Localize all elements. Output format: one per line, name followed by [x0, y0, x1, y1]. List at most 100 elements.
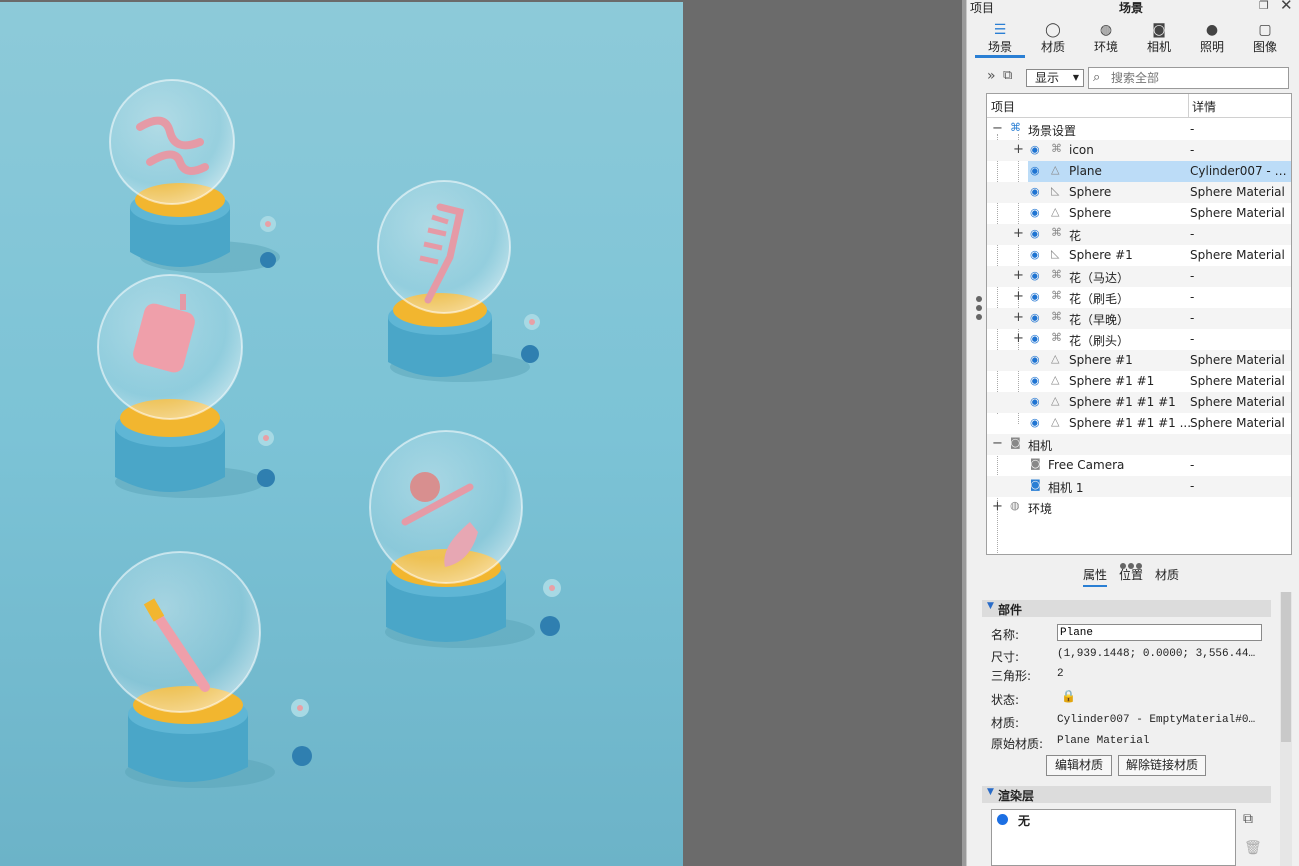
eye-icon[interactable]: ◉: [1030, 185, 1040, 198]
splitter-grip-handle[interactable]: [1120, 558, 1150, 569]
search-box[interactable]: ⌕: [1088, 67, 1289, 89]
edit-material-button[interactable]: 编辑材质: [1046, 755, 1112, 776]
mesh-icon: ◺: [1051, 247, 1060, 260]
mesh-icon: △: [1051, 352, 1060, 365]
lock-icon[interactable]: 🔒: [1061, 689, 1076, 703]
restore-window-icon[interactable]: ❐: [1259, 0, 1271, 12]
project-label: 项目: [970, 1, 995, 15]
expand-icon[interactable]: +: [1013, 227, 1024, 241]
tab-scene[interactable]: ☰ 场景: [975, 20, 1025, 58]
eye-icon[interactable]: ◉: [1030, 395, 1040, 408]
collapse-icon[interactable]: −: [992, 122, 1003, 136]
tree-row-sphere-1-1-1[interactable]: ◉ △ Sphere #1 #1 #1 Sphere Material: [987, 392, 1291, 413]
collapse-icon[interactable]: −: [992, 437, 1003, 451]
expand-icon[interactable]: +: [1013, 311, 1024, 325]
material-sphere-icon: ◯: [1045, 22, 1061, 38]
expand-icon[interactable]: +: [1013, 332, 1024, 346]
tab-image[interactable]: ▢ 图像: [1240, 20, 1290, 58]
expand-icon[interactable]: +: [1013, 290, 1024, 304]
tree-row-sphere-1-1-1-more[interactable]: ◉ △ Sphere #1 #1 #1 ... Sphere Material: [987, 413, 1291, 434]
render-layer-list: 无: [991, 809, 1236, 866]
eye-icon[interactable]: ◉: [1030, 374, 1040, 387]
tree-row-plane[interactable]: ◉ △ Plane Cylinder007 - EmptyMaterial#0: [987, 161, 1291, 182]
eye-icon[interactable]: ◉: [1030, 206, 1040, 219]
add-layer-icon[interactable]: ⧉: [1243, 811, 1253, 827]
unlink-material-button[interactable]: 解除链接材质: [1118, 755, 1206, 776]
panel-title-bar: 项目 场景 ❐ ✕: [967, 0, 1299, 15]
tree-row-camera-1[interactable]: ◙ 相机 1 -: [987, 476, 1291, 497]
chevron-down-icon: ▼: [1072, 73, 1079, 82]
tab-material-props[interactable]: 材质: [1155, 566, 1179, 585]
eye-icon[interactable]: ◉: [1030, 311, 1040, 324]
tree-row-sphere-1[interactable]: ◉ △ Sphere #1 Sphere Material: [987, 350, 1291, 371]
tree-row-environment[interactable]: + ◍ 环境: [987, 497, 1291, 518]
original-material-label: 原始材质:: [991, 737, 1044, 751]
tab-position[interactable]: 位置: [1119, 566, 1143, 585]
scene-tree: 项目 详情 − ⌘ 场景设置 - + ◉ ⌘ icon - ◉ △ Plane …: [986, 93, 1292, 555]
triangles-value: 2: [1057, 668, 1064, 680]
search-icon: ⌕: [1093, 70, 1101, 85]
tab-environment[interactable]: ◍ 环境: [1081, 20, 1131, 58]
mesh-icon: △: [1051, 373, 1060, 386]
tree-row-camera[interactable]: − ◙ 相机: [987, 434, 1291, 455]
group-icon: ⌘: [1051, 142, 1062, 155]
layer-item[interactable]: 无: [1018, 812, 1030, 829]
tree-row-flower-brushhead[interactable]: + ◉ ⌘ 花（刷头） -: [987, 329, 1291, 350]
tab-camera[interactable]: ◙ 相机: [1134, 20, 1184, 58]
camera-icon: ◙: [1030, 478, 1041, 491]
properties-scrollbar[interactable]: [1280, 592, 1292, 866]
tree-row-flower-motor[interactable]: + ◉ ⌘ 花（马达） -: [987, 266, 1291, 287]
section-render-layers[interactable]: ▼ 渲染层: [982, 786, 1271, 803]
expand-icon[interactable]: +: [992, 500, 1003, 514]
eye-icon[interactable]: ◉: [1030, 164, 1040, 177]
tab-lighting[interactable]: ● 照明: [1187, 20, 1237, 58]
tree-row-flower[interactable]: + ◉ ⌘ 花 -: [987, 224, 1291, 245]
eye-icon[interactable]: ◉: [1030, 290, 1040, 303]
display-select[interactable]: 显示 ▼: [1026, 69, 1084, 87]
tree-row-sphere-1[interactable]: ◉ ◺ Sphere #1 Sphere Material: [987, 245, 1291, 266]
eye-icon[interactable]: ◉: [1030, 248, 1040, 261]
column-header-detail[interactable]: 详情: [1188, 94, 1216, 118]
search-input[interactable]: [1111, 70, 1281, 86]
scrollbar-thumb[interactable]: [1281, 592, 1291, 742]
tree-row-sphere[interactable]: ◉ △ Sphere Sphere Material: [987, 203, 1291, 224]
tree-row-sphere-1-1[interactable]: ◉ △ Sphere #1 #1 Sphere Material: [987, 371, 1291, 392]
tree-row-flower-bristle[interactable]: + ◉ ⌘ 花（刷毛） -: [987, 287, 1291, 308]
section-parts[interactable]: ▼ 部件: [982, 600, 1271, 617]
close-icon[interactable]: ✕: [1280, 0, 1294, 13]
tree-row-sphere[interactable]: ◉ ◺ Sphere Sphere Material: [987, 182, 1291, 203]
scene-panel: 项目 场景 ❐ ✕ ☰ 场景 ◯ 材质 ◍ 环境 ◙ 相机 ● 照明 ▢ 图像: [966, 0, 1299, 866]
eye-icon[interactable]: ◉: [1030, 332, 1040, 345]
expand-icon[interactable]: +: [1013, 269, 1024, 283]
mesh-icon: △: [1051, 394, 1060, 407]
expand-icon[interactable]: +: [1013, 143, 1024, 157]
tree-row-icon[interactable]: + ◉ ⌘ icon -: [987, 140, 1291, 161]
main-tabs: ☰ 场景 ◯ 材质 ◍ 环境 ◙ 相机 ● 照明 ▢ 图像: [975, 20, 1297, 60]
column-header-item[interactable]: 项目: [991, 98, 1015, 115]
triangles-label: 三角形:: [991, 669, 1032, 683]
side-grip-handle[interactable]: [976, 296, 982, 326]
material-label: 材质:: [991, 716, 1020, 730]
mesh-icon: △: [1051, 205, 1060, 218]
chevron-down-icon: ▼: [987, 787, 994, 797]
filter-icon[interactable]: ⧉: [1003, 68, 1012, 83]
camera-icon: ◙: [1030, 457, 1041, 470]
render-viewport[interactable]: [0, 0, 962, 866]
tree-row-flower-daynight[interactable]: + ◉ ⌘ 花（早晚） -: [987, 308, 1291, 329]
group-icon: ⌘: [1051, 268, 1062, 281]
tab-material[interactable]: ◯ 材质: [1028, 20, 1078, 58]
eye-icon[interactable]: ◉: [1030, 269, 1040, 282]
tab-properties[interactable]: 属性: [1083, 566, 1108, 587]
lightbulb-icon: ●: [1205, 22, 1219, 38]
eye-icon[interactable]: ◉: [1030, 353, 1040, 366]
group-icon: ⌘: [1051, 310, 1062, 323]
tree-row-scene-settings[interactable]: − ⌘ 场景设置 -: [987, 119, 1291, 140]
tree-row-free-camera[interactable]: ◙ Free Camera -: [987, 455, 1291, 476]
name-field[interactable]: [1057, 624, 1262, 641]
eye-icon[interactable]: ◉: [1030, 143, 1040, 156]
trash-icon[interactable]: 🗑: [1244, 840, 1262, 856]
eye-icon[interactable]: ◉: [1030, 227, 1040, 240]
render-image[interactable]: [0, 2, 683, 866]
expand-all-icon[interactable]: »: [987, 68, 996, 84]
eye-icon[interactable]: ◉: [1030, 416, 1040, 429]
